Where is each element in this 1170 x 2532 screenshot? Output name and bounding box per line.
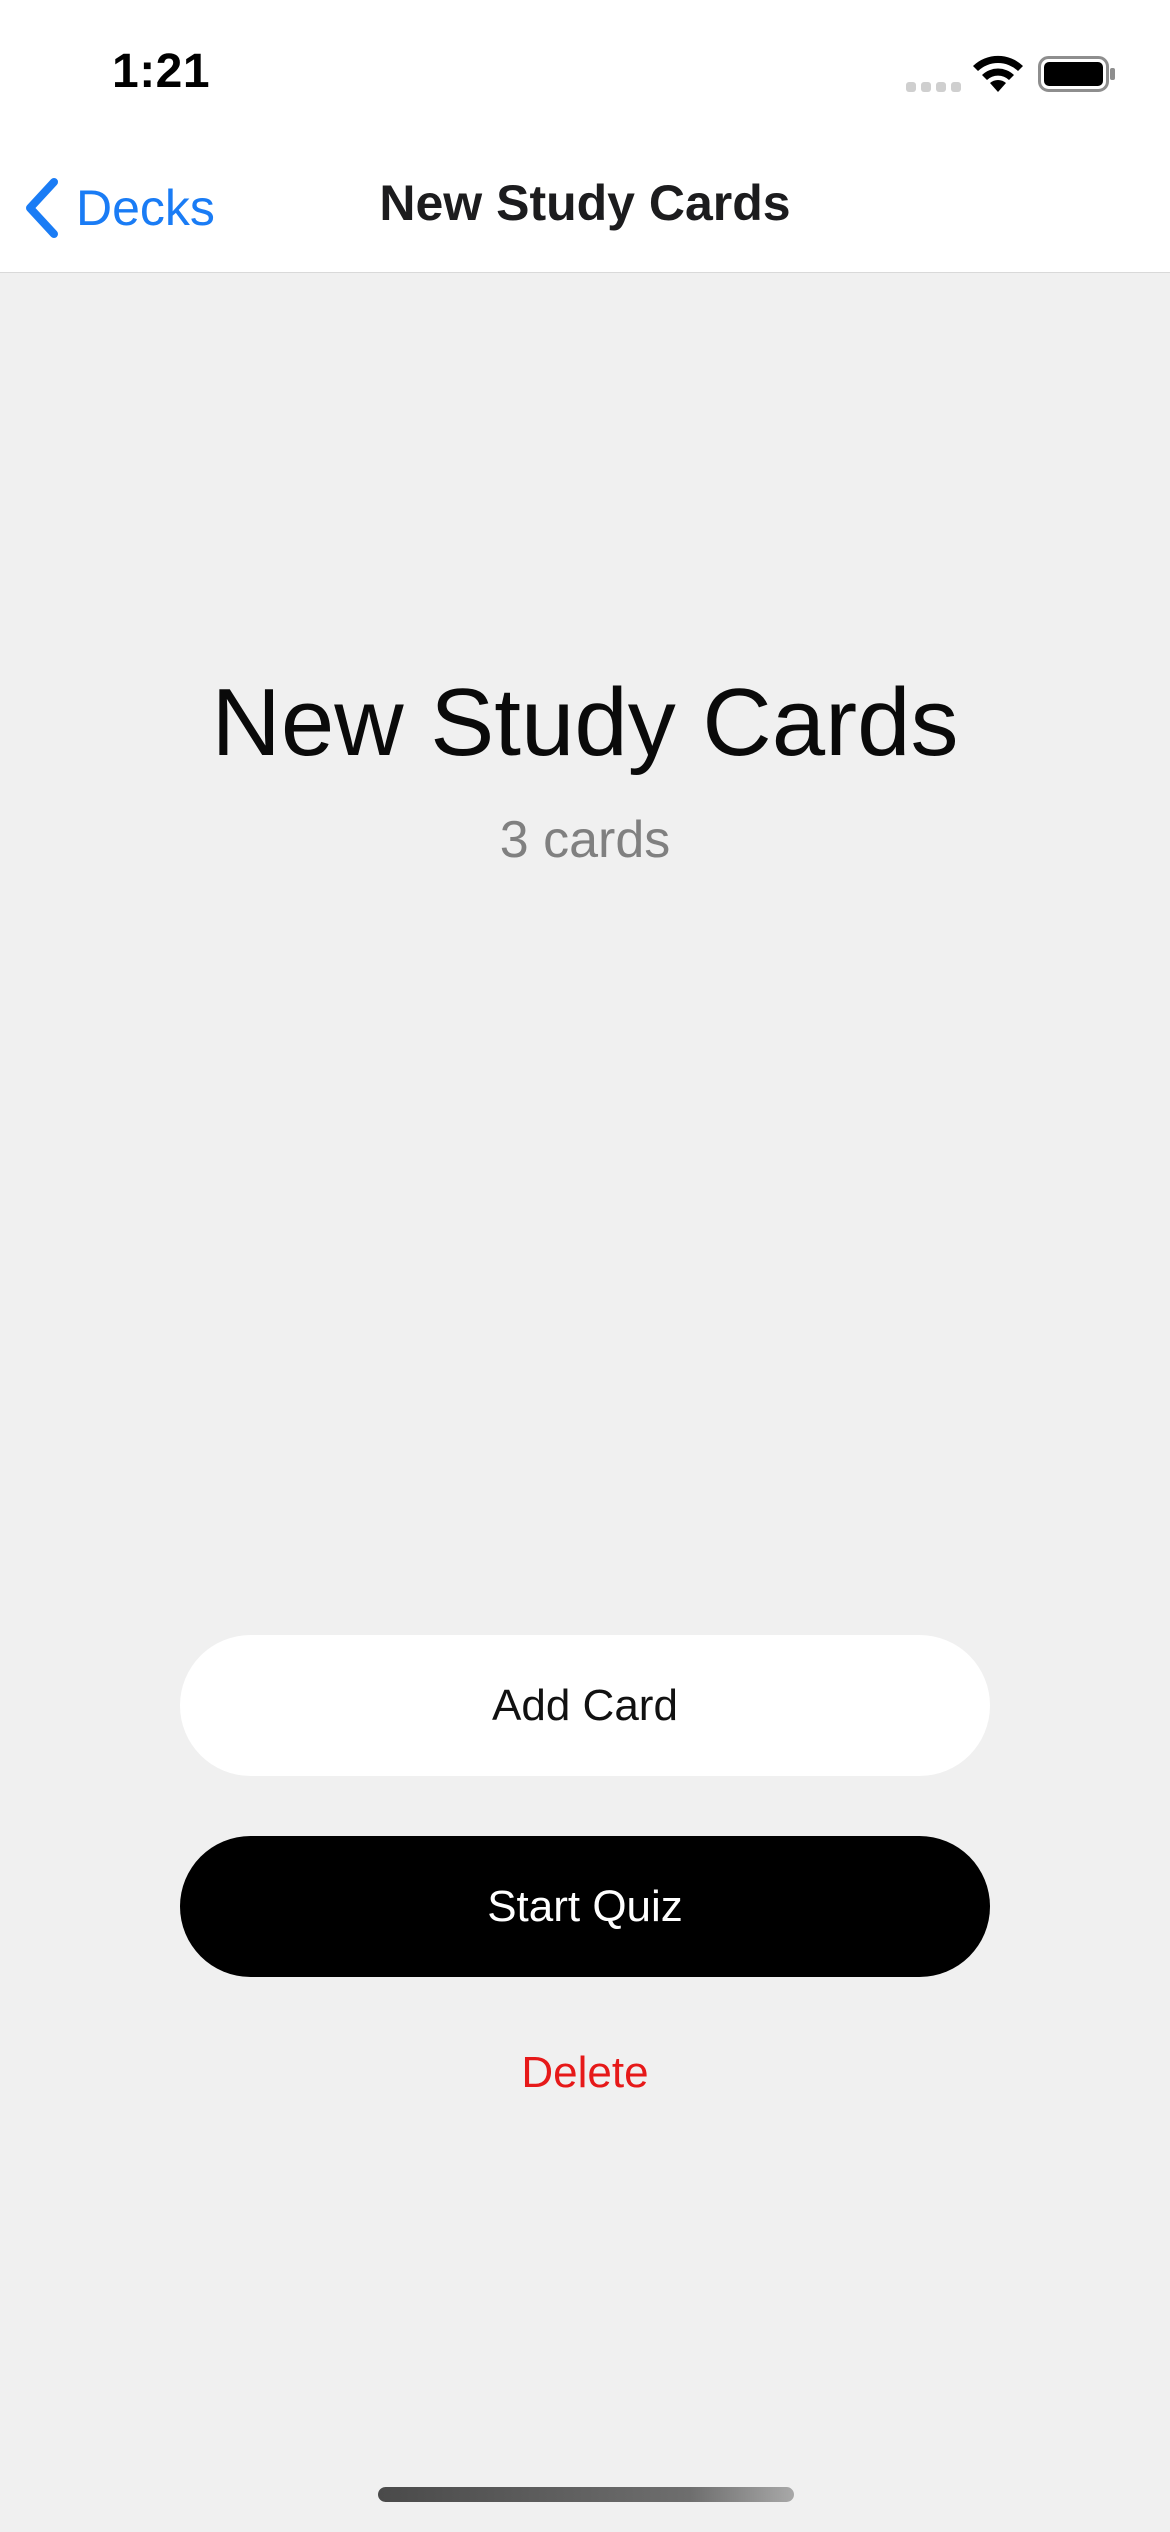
nav-title: New Study Cards	[379, 175, 791, 231]
deck-card-count: 3 cards	[499, 811, 671, 869]
status-bar: 1:21	[0, 0, 1170, 130]
navigation-bar: Decks New Study Cards	[0, 130, 1170, 273]
battery-icon	[1038, 56, 1115, 92]
home-indicator[interactable]	[378, 2487, 794, 2502]
delete-button[interactable]: Delete	[0, 2048, 1170, 2098]
start-quiz-button[interactable]: Start Quiz	[180, 1836, 990, 1977]
deck-title: New Study Cards	[211, 669, 959, 776]
add-card-button[interactable]: Add Card	[180, 1635, 990, 1776]
signal-icon	[906, 82, 961, 92]
wifi-icon	[973, 55, 1023, 92]
status-time: 1:21	[112, 45, 211, 98]
